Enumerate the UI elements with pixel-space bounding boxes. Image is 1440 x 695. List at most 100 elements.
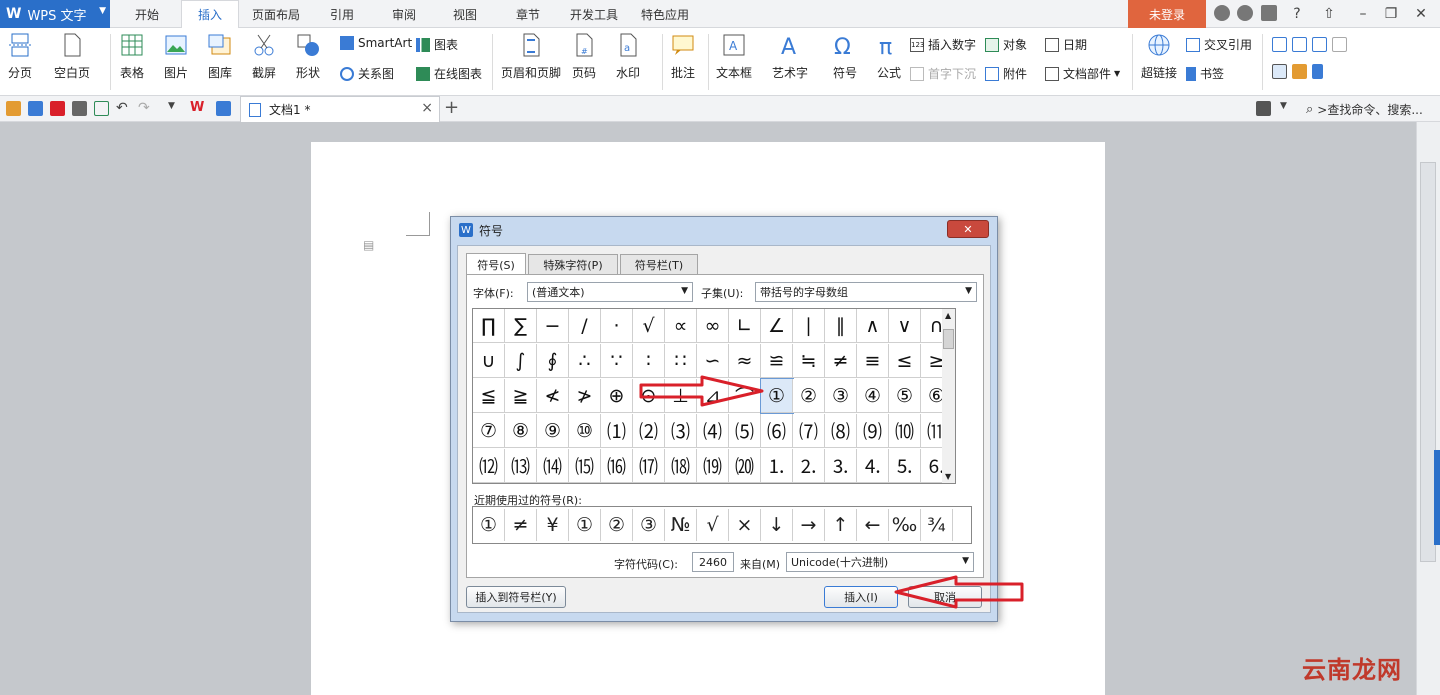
symbol-cell[interactable]: ⒇	[729, 449, 761, 483]
tab-home[interactable]: 开始	[124, 0, 170, 28]
recent-symbol-cell[interactable]: ≠	[505, 509, 537, 541]
symbol-cell[interactable]: ⒈	[761, 449, 793, 483]
symbol-cell[interactable]: ⒆	[697, 449, 729, 483]
symbol-cell[interactable]: ⒂	[569, 449, 601, 483]
symbol-cell[interactable]: ⑨	[537, 414, 569, 448]
font-select[interactable]: (普通文本) ▼	[527, 282, 693, 302]
tab-references[interactable]: 引用	[320, 0, 364, 28]
symbol-cell[interactable]: ≒	[793, 344, 825, 378]
symbol-cell[interactable]: ∨	[889, 309, 921, 343]
encoding-select[interactable]: Unicode(十六进制) ▼	[786, 552, 974, 572]
symbol-cell[interactable]: ⑼	[857, 414, 889, 448]
symbol-cell[interactable]: ⑸	[729, 414, 761, 448]
symbol-cell[interactable]: ②	[793, 379, 825, 413]
field-shading-icon[interactable]	[1332, 37, 1347, 52]
minimize-icon[interactable]: –	[1350, 2, 1376, 26]
symbol-cell[interactable]: ∟	[729, 309, 761, 343]
formula-button[interactable]: π 公式	[877, 32, 901, 81]
lock-icon[interactable]	[1312, 64, 1323, 79]
symbol-cell[interactable]: ⒋	[857, 449, 889, 483]
symbol-cell[interactable]: ⊕	[601, 379, 633, 413]
symbol-cell[interactable]: ⊿	[697, 379, 729, 413]
header-footer-button[interactable]: 页眉和页脚	[501, 32, 561, 81]
cancel-button[interactable]: 取消	[908, 586, 982, 608]
side-panel-toggle[interactable]	[1434, 450, 1440, 545]
symbol-cell[interactable]: ⑺	[793, 414, 825, 448]
symbol-cell[interactable]: ∑	[505, 309, 537, 343]
symbol-cell[interactable]: ⑷	[697, 414, 729, 448]
textbox-button[interactable]: A 文本框	[716, 32, 752, 81]
tab-special-chars[interactable]: 特殊字符(P)	[528, 254, 618, 274]
eraser-icon[interactable]	[1292, 64, 1307, 79]
form-field-icon[interactable]	[1272, 37, 1287, 52]
drop-cap-button[interactable]: 首字下沉	[910, 65, 976, 82]
settings-icon[interactable]	[1237, 5, 1253, 21]
blank-page-button[interactable]: 空白页	[54, 32, 90, 81]
chevron-down-icon[interactable]: ▼	[1280, 101, 1295, 116]
vertical-scrollbar[interactable]	[1416, 122, 1440, 695]
symbol-cell[interactable]: ∏	[473, 309, 505, 343]
dialog-close-button[interactable]: ✕	[947, 220, 989, 238]
symbol-cell[interactable]: ≮	[537, 379, 569, 413]
doc-parts-button[interactable]: 文档部件 ▼	[1045, 65, 1120, 82]
recent-symbol-cell[interactable]: ↑	[825, 509, 857, 541]
symbol-cell[interactable]: ·	[601, 309, 633, 343]
open-icon[interactable]	[6, 101, 21, 116]
symbol-cell[interactable]: ≧	[505, 379, 537, 413]
symbol-cell[interactable]: ∮	[537, 344, 569, 378]
pdf-icon[interactable]	[50, 101, 65, 116]
symbol-cell[interactable]: ∪	[473, 344, 505, 378]
app-menu-button[interactable]: W WPS 文字 ▼	[0, 0, 110, 28]
symbol-cell[interactable]: ≡	[857, 344, 889, 378]
chart-button[interactable]: 图表	[416, 36, 458, 53]
recent-symbol-cell[interactable]: →	[793, 509, 825, 541]
symbol-cell[interactable]: ≠	[825, 344, 857, 378]
scroll-thumb[interactable]	[943, 329, 954, 349]
symbol-cell[interactable]: ∵	[601, 344, 633, 378]
symbol-cell[interactable]: ④	[857, 379, 889, 413]
symbol-grid-scrollbar[interactable]: ▲ ▼	[942, 308, 956, 484]
close-icon[interactable]: ✕	[1408, 2, 1434, 26]
symbol-cell[interactable]: ⑶	[665, 414, 697, 448]
help-icon[interactable]: ?	[1284, 2, 1310, 26]
recent-symbol-cell[interactable]: √	[697, 509, 729, 541]
table-button[interactable]: 表格	[120, 32, 144, 81]
recent-symbol-cell[interactable]: ③	[633, 509, 665, 541]
cross-ref-button[interactable]: 交叉引用	[1186, 36, 1252, 53]
symbol-cell[interactable]: ≌	[761, 344, 793, 378]
symbol-cell[interactable]: ⊥	[665, 379, 697, 413]
print-icon[interactable]	[72, 101, 87, 116]
bookmark-button[interactable]: 书签	[1186, 65, 1224, 82]
recent-symbol-cell[interactable]: №	[665, 509, 697, 541]
tab-features[interactable]: 特色应用	[634, 0, 696, 28]
screenshot-button[interactable]: 截屏	[252, 32, 276, 81]
symbol-button[interactable]: Ω 符号	[833, 32, 857, 81]
watermark-button[interactable]: a 水印	[616, 32, 640, 81]
symbol-cell[interactable]: ∝	[665, 309, 697, 343]
symbol-cell[interactable]: ⒊	[825, 449, 857, 483]
insert-number-button[interactable]: 123 插入数字	[910, 36, 976, 53]
symbol-cell[interactable]: ⊙	[633, 379, 665, 413]
close-tab-icon[interactable]: ×	[421, 100, 433, 116]
picture-button[interactable]: 图片	[164, 32, 188, 81]
symbol-cell[interactable]: ∞	[697, 309, 729, 343]
symbol-cell[interactable]: ≯	[569, 379, 601, 413]
recent-symbol-cell[interactable]: ①	[569, 509, 601, 541]
symbol-cell[interactable]: /	[569, 309, 601, 343]
recent-symbol-cell[interactable]: ←	[857, 509, 889, 541]
recent-symbol-cell[interactable]: ‰	[889, 509, 921, 541]
tab-review[interactable]: 审阅	[382, 0, 426, 28]
symbol-cell[interactable]: ≦	[473, 379, 505, 413]
symbol-cell[interactable]: −	[537, 309, 569, 343]
undo-icon[interactable]: ↶	[116, 100, 131, 116]
page-number-button[interactable]: # 页码	[572, 32, 596, 81]
symbol-cell[interactable]: ⑽	[889, 414, 921, 448]
recent-symbol-cell[interactable]: ¾	[921, 509, 953, 541]
recent-symbol-cell[interactable]: ¥	[537, 509, 569, 541]
tab-developer[interactable]: 开发工具	[563, 0, 625, 28]
smartart-button[interactable]: SmartArt	[340, 36, 412, 50]
login-button[interactable]: 未登录	[1128, 0, 1206, 28]
symbol-cell[interactable]: ⒄	[633, 449, 665, 483]
dialog-titlebar[interactable]: W 符号	[451, 217, 997, 243]
attachment-button[interactable]: 附件	[985, 65, 1027, 82]
